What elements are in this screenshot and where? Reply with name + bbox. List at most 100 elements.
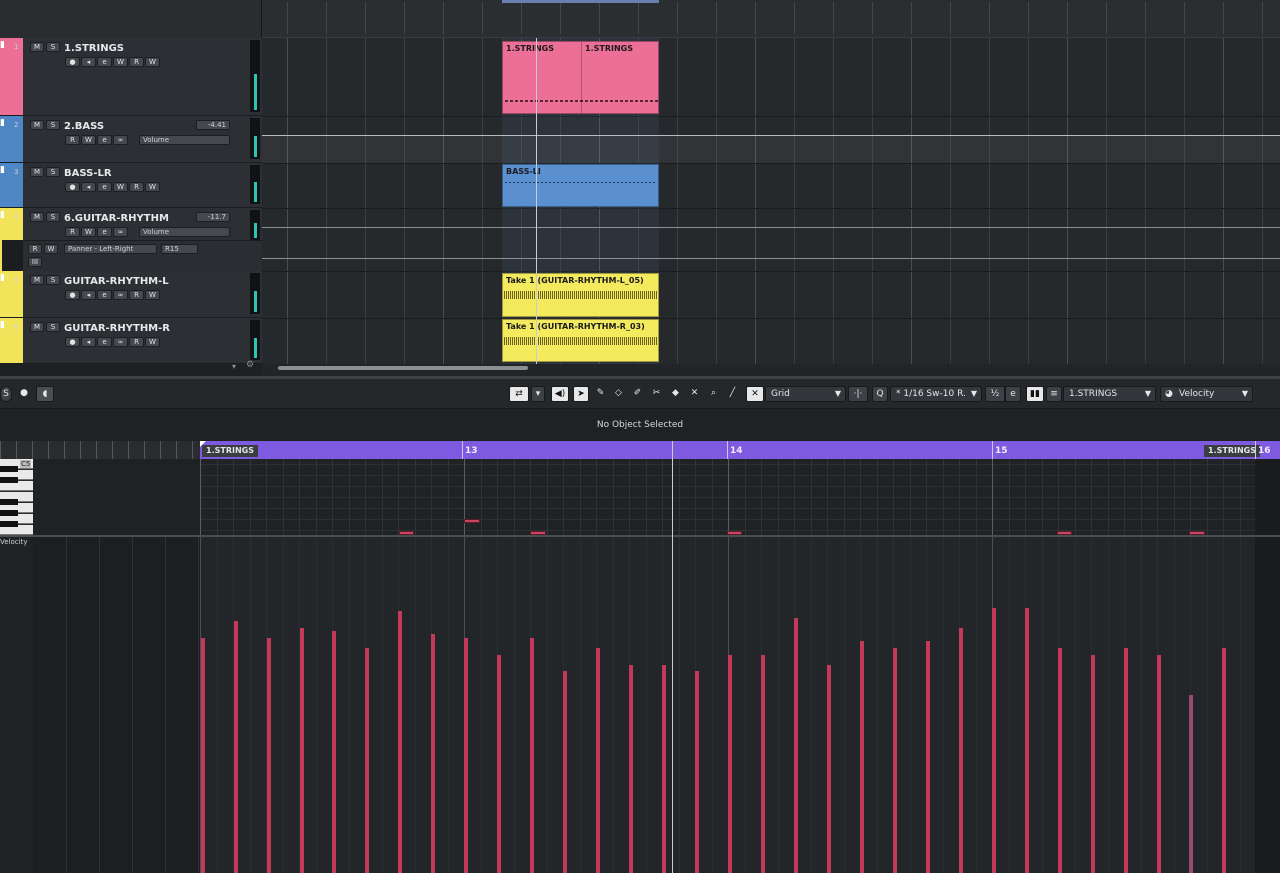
quantize-length-icon[interactable]: ½ <box>985 386 1005 402</box>
solo-icon[interactable]: S <box>0 386 12 402</box>
mute-button[interactable]: M <box>30 275 44 285</box>
eraser-icon[interactable]: ◇ <box>610 386 627 402</box>
snap-icon[interactable]: ✕ <box>746 386 764 402</box>
track-edit-button[interactable]: e <box>97 135 112 145</box>
iterative-icon[interactable]: e <box>1005 386 1021 402</box>
track-3[interactable]: ▮ 3 M S BASS-LR ● ◂ e W R W <box>0 163 262 208</box>
velocity-bar[interactable] <box>1124 648 1128 873</box>
automation-value[interactable]: -4.41 <box>196 120 230 130</box>
track-read-button[interactable]: W <box>113 57 128 67</box>
velocity-bar[interactable] <box>860 641 864 873</box>
mute-button[interactable]: M <box>30 212 44 222</box>
velocity-bar[interactable] <box>1157 655 1161 873</box>
track-extra-button[interactable]: W <box>145 337 160 347</box>
track-write-button[interactable]: R <box>129 290 144 300</box>
track-monitor-button[interactable]: ◂ <box>81 337 96 347</box>
velocity-bar[interactable] <box>365 648 369 873</box>
track-1[interactable]: ▮ 1 M S 1.STRINGS ● ◂ e W R W <box>0 38 262 116</box>
velocity-bar[interactable] <box>563 671 567 873</box>
velocity-bar[interactable] <box>662 665 666 873</box>
arrow-icon[interactable]: ➤ <box>573 386 589 402</box>
mute-button[interactable]: M <box>30 120 44 130</box>
track-6[interactable]: ▮ 6 M S GUITAR-RHYTHM-R ● ◂ e ∞ R W <box>0 318 262 364</box>
arrange-area[interactable]: 1.STRINGS 1.STRINGS BASS-LI Take 1 (GUIT… <box>262 38 1280 364</box>
velocity-bar[interactable] <box>893 648 897 873</box>
automation-param-slot[interactable]: Volume <box>139 135 230 145</box>
track-extra-button[interactable]: W <box>145 57 160 67</box>
velocity-bar[interactable] <box>234 621 238 873</box>
track-4[interactable]: ▮ 4 M S 6.GUITAR-RHYTHM R We ∞ Volume -11.7 R W Pann… <box>0 208 262 271</box>
track-edit-button[interactable]: e <box>97 227 112 237</box>
listen-icon[interactable]: ◖ <box>36 386 54 402</box>
scissors-icon[interactable]: ✂ <box>648 386 665 402</box>
track-write-button[interactable]: R <box>129 182 144 192</box>
track-read-button[interactable]: W <box>113 182 128 192</box>
strings-event[interactable]: 1.STRINGS 1.STRINGS <box>502 41 659 114</box>
track-rec-button[interactable]: R <box>65 227 80 237</box>
track-extra-button[interactable]: W <box>145 182 160 192</box>
automation-param-slot[interactable]: Volume <box>139 227 230 237</box>
velocity-bar[interactable] <box>1222 648 1226 873</box>
velocity-bar[interactable] <box>596 648 600 873</box>
lanes-icon[interactable]: ≡ <box>1046 386 1062 402</box>
track-write-button[interactable]: R <box>129 57 144 67</box>
solo-button[interactable]: S <box>46 275 60 285</box>
velocity-bar[interactable] <box>1025 608 1029 873</box>
mute-button[interactable]: M <box>30 167 44 177</box>
piano-keyboard[interactable]: C5 <box>0 459 33 535</box>
track-write-button[interactable]: R <box>129 337 144 347</box>
track-monitor-button[interactable]: W <box>81 227 96 237</box>
track-monitor-button[interactable]: W <box>81 135 96 145</box>
track-edit-button[interactable]: e <box>97 337 112 347</box>
track-rec-button[interactable]: ● <box>65 57 80 67</box>
velocity-bar[interactable] <box>497 655 501 873</box>
track-5[interactable]: ▮ 5 M S GUITAR-RHYTHM-L ● ◂ e ∞ R W <box>0 271 262 318</box>
grid-select[interactable]: Grid ▼ <box>765 386 846 402</box>
colors-icon[interactable]: ▮▮ <box>1026 386 1044 402</box>
velocity-bar[interactable] <box>728 655 732 873</box>
guitar-volume-automation[interactable] <box>262 227 1280 228</box>
velocity-bar[interactable] <box>201 638 205 873</box>
scroll-down-icon[interactable]: ▾ <box>232 362 236 371</box>
velocity-bar[interactable] <box>761 655 765 873</box>
velocity-bar[interactable] <box>992 608 996 873</box>
solo-button[interactable]: S <box>46 42 60 52</box>
velocity-bar[interactable] <box>1189 695 1193 873</box>
track-edit-button[interactable]: e <box>97 57 112 67</box>
track-rec-button[interactable]: ● <box>65 182 80 192</box>
editor-ruler[interactable]: 1.STRINGS 1.STRINGS 13 14 15 16 <box>200 441 1280 459</box>
guitar-l-event[interactable]: Take 1 (GUITAR-RHYTHM-L_05) <box>502 273 659 317</box>
velocity-bar[interactable] <box>1091 655 1095 873</box>
automation-value[interactable]: R15 <box>161 244 198 254</box>
track-monitor-button[interactable]: ◂ <box>81 290 96 300</box>
scrollbar-thumb[interactable] <box>278 366 528 370</box>
velocity-bar[interactable] <box>332 631 336 873</box>
bass-event[interactable]: BASS-LI <box>502 164 659 207</box>
velocity-bar[interactable] <box>827 665 831 873</box>
part-select[interactable]: 1.STRINGS ▼ <box>1063 386 1156 402</box>
quantize-icon[interactable]: Q <box>872 386 888 402</box>
track-read-button[interactable]: ∞ <box>113 227 128 237</box>
track-edit-button[interactable]: e <box>97 182 112 192</box>
snap-mode-icon[interactable]: ·|· <box>848 386 868 402</box>
track-monitor-button[interactable]: ◂ <box>81 182 96 192</box>
velocity-bar[interactable] <box>959 628 963 873</box>
velocity-bar[interactable] <box>530 638 534 873</box>
velocity-bar[interactable] <box>629 665 633 873</box>
guitar-pan-automation[interactable] <box>262 258 1280 259</box>
record-icon[interactable]: ● <box>16 386 32 402</box>
speaker-icon[interactable]: ◀) <box>551 386 569 402</box>
velocity-bar[interactable] <box>794 618 798 873</box>
project-cursor[interactable] <box>536 38 537 364</box>
solo-button[interactable]: S <box>46 322 60 332</box>
line-icon[interactable]: ╱ <box>724 386 741 402</box>
mute-button[interactable]: M <box>30 322 44 332</box>
track-rec-button[interactable]: ● <box>65 290 80 300</box>
solo-button[interactable]: S <box>46 212 60 222</box>
guitar-r-event[interactable]: Take 1 (GUITAR-RHYTHM-R_03) <box>502 319 659 362</box>
velocity-bar[interactable] <box>464 638 468 873</box>
solo-button[interactable]: S <box>46 167 60 177</box>
gear-icon[interactable]: ⚙ <box>246 360 254 370</box>
velocity-bar[interactable] <box>300 628 304 873</box>
velocity-bar[interactable] <box>695 671 699 873</box>
